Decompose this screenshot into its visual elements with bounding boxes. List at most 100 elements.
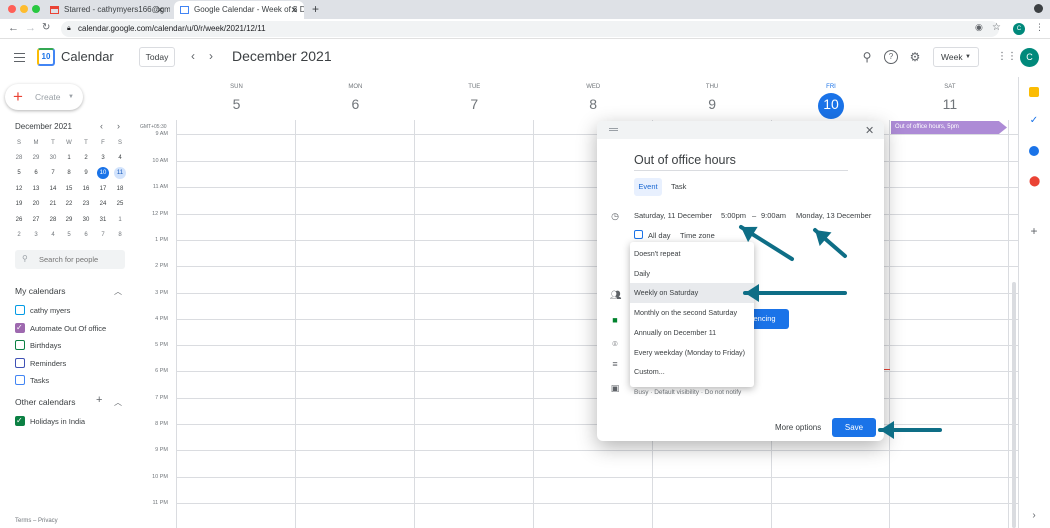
end-time-button[interactable]: 9:00am (761, 211, 786, 220)
close-tab-icon[interactable]: ✕ (156, 1, 164, 19)
main-menu-icon[interactable] (14, 53, 25, 62)
window-minimize-dot[interactable] (20, 5, 28, 13)
create-button[interactable]: + Create ▼ (5, 84, 83, 110)
repeat-option[interactable]: Annually on December 11 (630, 323, 754, 343)
mini-day[interactable]: 4 (114, 152, 126, 164)
mini-day[interactable]: 21 (47, 198, 59, 210)
today-button[interactable]: Today (139, 47, 175, 67)
dialog-drag-bar[interactable]: ✕ (597, 121, 884, 139)
mini-day[interactable]: 27 (30, 214, 42, 226)
mini-next-month-icon[interactable]: › (117, 121, 120, 131)
save-button[interactable]: Save (832, 418, 876, 437)
more-options-button[interactable]: More options (775, 423, 821, 432)
repeat-option[interactable]: Doesn't repeat (630, 244, 754, 264)
back-icon[interactable]: ← (8, 22, 19, 34)
mini-day[interactable]: 6 (30, 167, 42, 179)
mini-day[interactable]: 29 (30, 152, 42, 164)
calendar-item[interactable]: Birthdays (15, 340, 61, 352)
grid-scrollbar[interactable] (1012, 282, 1016, 528)
calendar-item[interactable]: cathy myers (15, 305, 70, 317)
calendar-checkbox[interactable] (15, 340, 25, 350)
mini-day[interactable]: 10 (97, 167, 109, 180)
repeat-option[interactable]: Daily (630, 264, 754, 284)
mini-day[interactable]: 8 (63, 167, 75, 179)
view-icon[interactable]: ◉ (975, 22, 983, 33)
repeat-option[interactable]: Monthly on the second Saturday (630, 303, 754, 323)
keep-icon[interactable] (1029, 87, 1039, 97)
calendar-checkbox[interactable] (15, 357, 25, 368)
new-tab-icon[interactable]: + (312, 2, 319, 16)
day-number[interactable]: 10 (772, 96, 891, 112)
calendar-checkbox[interactable] (15, 415, 25, 426)
mini-day[interactable]: 1 (114, 214, 126, 226)
mini-day[interactable]: 2 (13, 229, 25, 241)
view-switcher-button[interactable]: Week ▼ (933, 47, 979, 67)
day-number[interactable]: 11 (890, 96, 1009, 112)
mini-day[interactable]: 28 (47, 214, 59, 226)
mini-day[interactable]: 4 (47, 229, 59, 241)
account-avatar[interactable]: C (1020, 48, 1039, 67)
mini-day[interactable]: 16 (80, 183, 92, 195)
tab-event[interactable]: Event (634, 178, 662, 196)
time-zone-button[interactable]: Time zone (680, 231, 715, 240)
gear-icon[interactable]: ⚙ (908, 50, 922, 64)
extension-icon[interactable] (1034, 4, 1043, 13)
day-number[interactable]: 5 (177, 96, 296, 112)
contacts-icon[interactable] (1029, 146, 1039, 156)
calendar-checkbox[interactable] (15, 305, 25, 315)
search-icon[interactable]: ⚲ (860, 50, 874, 64)
repeat-option[interactable]: Custom... (630, 362, 754, 382)
mini-day[interactable]: 9 (80, 167, 92, 179)
tab-task[interactable]: Task (671, 178, 686, 196)
window-maximize-dot[interactable] (32, 5, 40, 13)
help-icon[interactable]: ? (884, 50, 898, 64)
add-calendar-icon[interactable]: + (96, 394, 102, 406)
close-icon[interactable]: ✕ (865, 124, 874, 137)
mini-day[interactable]: 2 (80, 152, 92, 164)
maps-icon[interactable]: ⬤ (1029, 177, 1040, 187)
mini-day[interactable]: 17 (97, 183, 109, 195)
close-tab-icon[interactable]: ✕ (290, 1, 298, 19)
repeat-option[interactable]: Every weekday (Monday to Friday) (630, 343, 754, 363)
mini-day[interactable]: 28 (13, 152, 25, 164)
previous-week-icon[interactable]: ‹ (191, 49, 195, 63)
day-number[interactable]: 7 (415, 96, 534, 112)
browser-tab-gmail[interactable]: Starred - cathymyers166@gm... ✕ (44, 1, 170, 19)
mini-day[interactable]: 29 (63, 214, 75, 226)
mini-day[interactable]: 18 (114, 183, 126, 195)
mini-day[interactable]: 23 (80, 198, 92, 210)
calendar-item[interactable]: Reminders (15, 357, 66, 370)
calendar-checkbox[interactable] (15, 375, 25, 385)
repeat-option[interactable]: Weekly on Saturday (630, 283, 754, 304)
drag-handle-icon[interactable] (609, 128, 618, 131)
other-calendars-title[interactable]: Other calendars (15, 397, 75, 407)
end-date-button[interactable]: Monday, 13 December (796, 211, 871, 220)
calendar-item[interactable]: Automate Out Of office (15, 322, 106, 335)
calendar-item[interactable]: Tasks (15, 375, 49, 387)
mini-day[interactable]: 20 (30, 198, 42, 210)
expand-panel-icon[interactable]: › (1029, 511, 1039, 521)
day-number[interactable]: 9 (653, 96, 772, 112)
calendar-item[interactable]: Holidays in India (15, 415, 85, 428)
mini-day[interactable]: 6 (80, 229, 92, 241)
mini-day[interactable]: 7 (47, 167, 59, 179)
out-of-office-event[interactable]: Out of office hours, 5pm (891, 121, 1007, 134)
search-people-input[interactable] (15, 250, 125, 269)
bookmark-star-icon[interactable]: ☆ (992, 22, 1001, 33)
event-title-input[interactable]: Out of office hours (634, 153, 848, 171)
mini-day[interactable]: 22 (63, 198, 75, 210)
mini-day[interactable]: 3 (97, 152, 109, 164)
chevron-up-icon[interactable]: ︿ (114, 286, 122, 297)
next-week-icon[interactable]: › (209, 49, 213, 63)
reload-icon[interactable]: ↻ (42, 22, 50, 33)
mini-day[interactable]: 19 (13, 198, 25, 210)
mini-day[interactable]: 13 (30, 183, 42, 195)
mini-day[interactable]: 14 (47, 183, 59, 195)
mini-day[interactable]: 12 (13, 183, 25, 195)
browser-menu-icon[interactable]: ⋮ (1035, 22, 1044, 33)
event-settings-summary[interactable]: Busy · Default visibility · Do not notif… (634, 389, 741, 396)
mini-day[interactable]: 15 (63, 183, 75, 195)
chevron-up-icon[interactable]: ︿ (114, 397, 122, 408)
day-number[interactable]: 6 (296, 96, 415, 112)
my-calendars-title[interactable]: My calendars (15, 286, 66, 296)
